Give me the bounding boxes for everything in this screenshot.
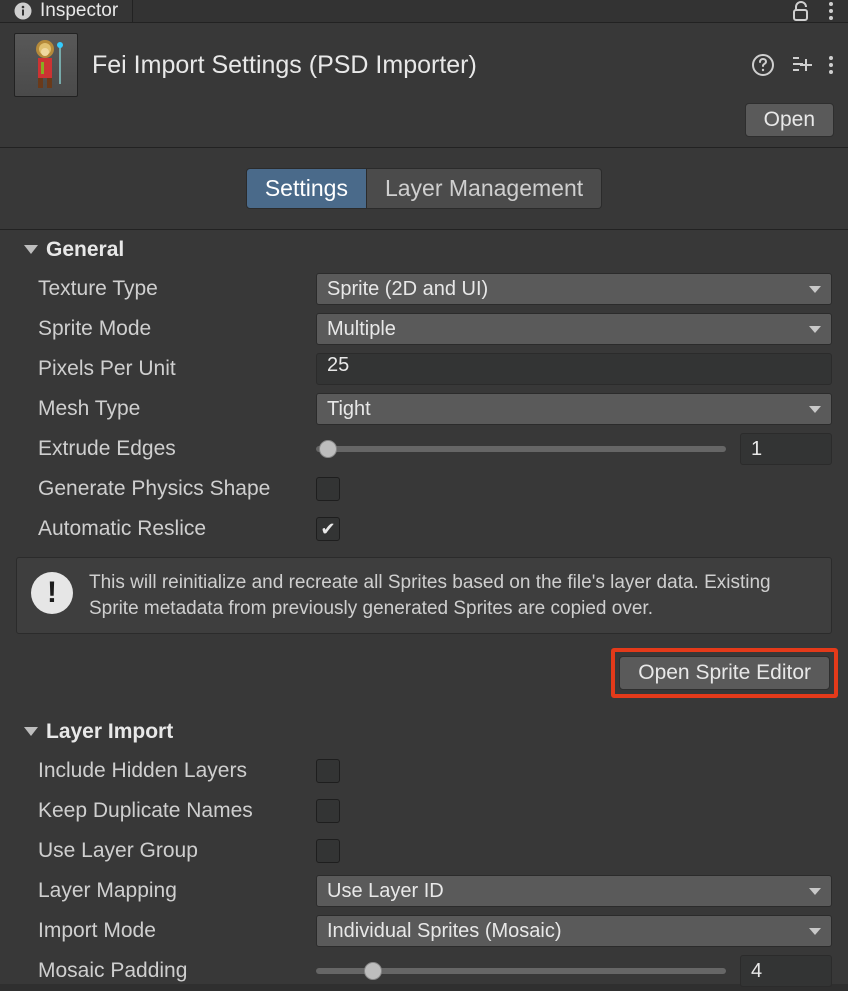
open-sprite-editor-button[interactable]: Open Sprite Editor [619, 656, 830, 690]
layer-mapping-label: Layer Mapping [16, 879, 316, 903]
include-hidden-checkbox[interactable] [316, 759, 340, 783]
mesh-type-select[interactable]: Tight [316, 393, 832, 425]
asset-thumbnail [14, 33, 78, 97]
auto-reslice-checkbox[interactable]: ✔ [316, 517, 340, 541]
general-header[interactable]: General [0, 230, 848, 269]
use-layer-group-label: Use Layer Group [16, 839, 316, 863]
info-icon [14, 2, 32, 20]
ppu-input[interactable]: 25 [316, 353, 832, 385]
kebab-menu-icon[interactable] [828, 1, 834, 21]
tab-layer-management[interactable]: Layer Management [367, 168, 602, 209]
mosaic-padding-slider[interactable] [316, 968, 726, 974]
inspector-window: Inspector [0, 0, 848, 984]
tab-settings[interactable]: Settings [246, 168, 367, 209]
chevron-down-icon [809, 406, 821, 413]
general-panel: Texture Type Sprite (2D and UI) Sprite M… [0, 269, 848, 549]
chevron-down-icon [809, 928, 821, 935]
presets-icon[interactable] [790, 54, 812, 76]
reslice-info-text: This will reinitialize and recreate all … [89, 570, 817, 621]
kebab-menu-icon[interactable] [828, 55, 834, 75]
settings-tabstrip: Settings Layer Management [0, 147, 848, 230]
highlight-box: Open Sprite Editor [611, 648, 838, 698]
texture-type-value: Sprite (2D and UI) [327, 278, 488, 301]
layer-import-header[interactable]: Layer Import [0, 712, 848, 751]
use-layer-group-checkbox[interactable] [316, 839, 340, 863]
slider-knob[interactable] [364, 962, 382, 980]
keep-duplicate-checkbox[interactable] [316, 799, 340, 823]
mesh-type-value: Tight [327, 398, 371, 421]
slider-knob[interactable] [319, 440, 337, 458]
mosaic-padding-value[interactable]: 4 [740, 955, 832, 987]
asset-header: Fei Import Settings (PSD Importer) [0, 23, 848, 103]
reslice-info-box: ! This will reinitialize and recreate al… [16, 557, 832, 634]
mosaic-padding-label: Mosaic Padding [16, 959, 316, 983]
mesh-type-label: Mesh Type [16, 397, 316, 421]
layer-import-title: Layer Import [46, 720, 173, 744]
import-mode-select[interactable]: Individual Sprites (Mosaic) [316, 915, 832, 947]
open-asset-button[interactable]: Open [745, 103, 834, 137]
lock-icon[interactable] [792, 1, 810, 21]
chevron-down-icon [809, 888, 821, 895]
chevron-down-icon [809, 326, 821, 333]
texture-type-label: Texture Type [16, 277, 316, 301]
import-mode-value: Individual Sprites (Mosaic) [327, 920, 562, 943]
inspector-tab-label: Inspector [40, 0, 118, 22]
layer-import-panel: Include Hidden Layers Keep Duplicate Nam… [0, 751, 848, 991]
help-icon[interactable] [752, 54, 774, 76]
warning-icon: ! [31, 572, 73, 614]
sprite-mode-select[interactable]: Multiple [316, 313, 832, 345]
general-title: General [46, 238, 124, 262]
ppu-label: Pixels Per Unit [16, 357, 316, 381]
inspector-tabbar: Inspector [0, 0, 848, 23]
sprite-mode-label: Sprite Mode [16, 317, 316, 341]
texture-type-select[interactable]: Sprite (2D and UI) [316, 273, 832, 305]
keep-duplicate-label: Keep Duplicate Names [16, 799, 316, 823]
chevron-down-icon [809, 286, 821, 293]
import-mode-label: Import Mode [16, 919, 316, 943]
layer-mapping-select[interactable]: Use Layer ID [316, 875, 832, 907]
include-hidden-label: Include Hidden Layers [16, 759, 316, 783]
inspector-tab[interactable]: Inspector [0, 0, 133, 22]
extrude-edges-slider[interactable] [316, 446, 726, 452]
extrude-edges-value[interactable]: 1 [740, 433, 832, 465]
asset-title: Fei Import Settings (PSD Importer) [92, 51, 738, 80]
extrude-edges-label: Extrude Edges [16, 437, 316, 461]
auto-reslice-label: Automatic Reslice [16, 517, 316, 541]
generate-physics-checkbox[interactable] [316, 477, 340, 501]
sprite-mode-value: Multiple [327, 318, 396, 341]
layer-mapping-value: Use Layer ID [327, 880, 444, 903]
generate-physics-label: Generate Physics Shape [16, 477, 316, 501]
